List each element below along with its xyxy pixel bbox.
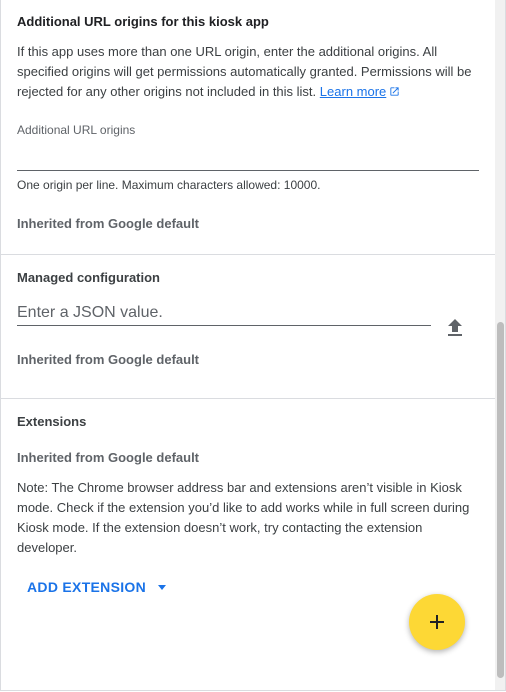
- url-origins-title: Additional URL origins for this kiosk ap…: [17, 14, 269, 29]
- add-extension-label: ADD EXTENSION: [27, 579, 147, 595]
- scrollbar-thumb[interactable]: [497, 322, 504, 678]
- url-origins-input-underline: [17, 170, 479, 171]
- plus-icon: [430, 615, 444, 629]
- url-origins-hint: One origin per line. Maximum characters …: [17, 178, 321, 192]
- caret-down-icon: [158, 584, 167, 590]
- section-divider: [1, 398, 495, 399]
- managed-config-inherited: Inherited from Google default: [17, 352, 200, 367]
- managed-config-title: Managed configuration: [17, 270, 160, 285]
- settings-panel: Additional URL origins for this kiosk ap…: [0, 0, 506, 691]
- url-origins-inherited: Inherited from Google default: [17, 216, 200, 231]
- json-value-input[interactable]: Enter a JSON value.: [17, 304, 163, 322]
- add-fab-button[interactable]: [409, 594, 465, 650]
- url-origins-description: If this app uses more than one URL origi…: [17, 42, 481, 102]
- learn-more-link[interactable]: Learn more: [320, 84, 400, 99]
- section-divider: [1, 254, 495, 255]
- url-origins-input[interactable]: [17, 146, 479, 168]
- extensions-title: Extensions: [17, 414, 87, 429]
- extensions-note: Note: The Chrome browser address bar and…: [17, 480, 470, 555]
- open-in-new-icon: [390, 87, 399, 96]
- url-origins-field-label: Additional URL origins: [17, 123, 136, 137]
- extensions-inherited: Inherited from Google default: [17, 450, 200, 465]
- add-extension-button[interactable]: ADD EXTENSION: [17, 574, 176, 600]
- url-origins-description-text: If this app uses more than one URL origi…: [17, 44, 472, 99]
- upload-icon[interactable]: [443, 316, 467, 340]
- json-input-underline: [17, 325, 431, 326]
